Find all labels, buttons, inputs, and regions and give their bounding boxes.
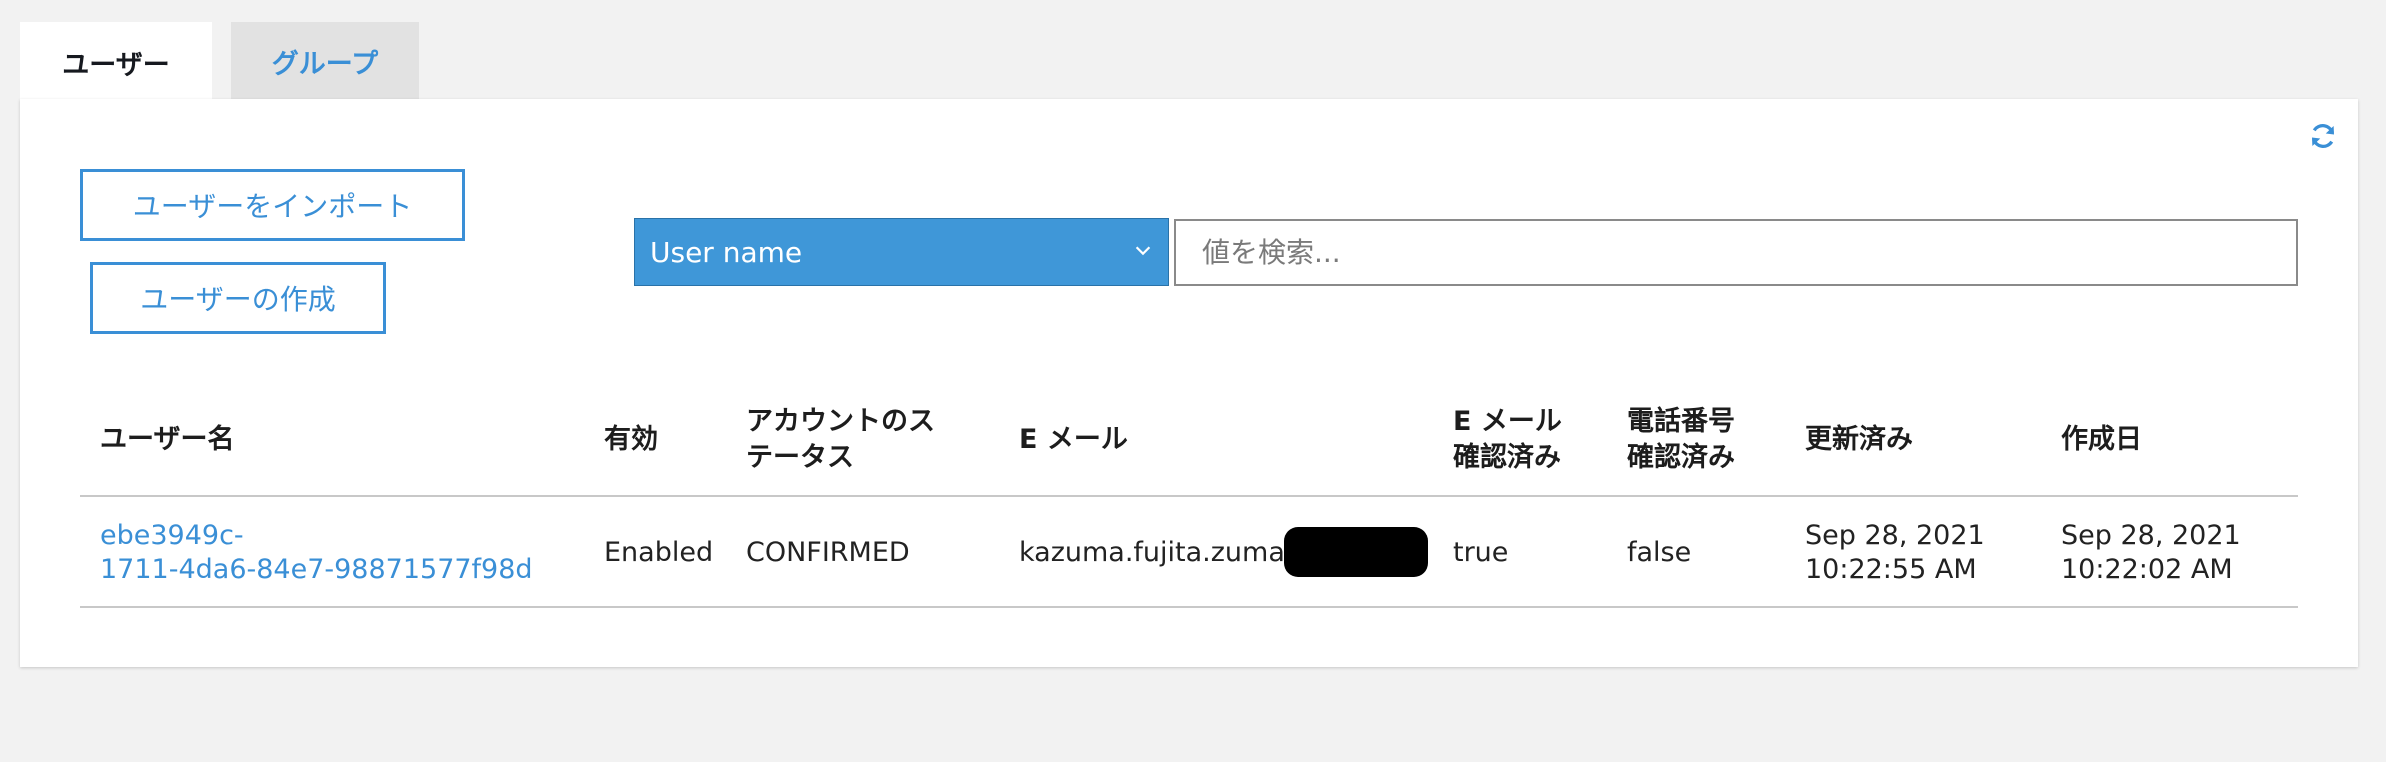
refresh-icon[interactable]: [2308, 121, 2338, 151]
redaction-mark: [1284, 527, 1428, 577]
header-phone-verified[interactable]: 電話番号 確認済み: [1627, 404, 1735, 476]
header-email-verified[interactable]: E メール 確認済み: [1453, 404, 1562, 476]
header-account-status-line1: アカウントのス: [746, 406, 935, 437]
header-account-status-line2: テータス: [746, 442, 854, 473]
search-attribute-value: User name: [650, 235, 803, 269]
created-date: Sep 28, 2021: [2061, 520, 2241, 551]
tab-users[interactable]: ユーザー: [20, 22, 212, 102]
tab-groups[interactable]: グループ: [231, 22, 419, 100]
created-cell: Sep 28, 2021 10:22:02 AM: [2061, 519, 2241, 587]
updated-time: 10:22:55 AM: [1805, 554, 1977, 585]
updated-cell: Sep 28, 2021 10:22:55 AM: [1805, 519, 1985, 587]
status-cell: CONFIRMED: [746, 537, 910, 568]
email-verified-cell: true: [1453, 537, 1509, 568]
header-created[interactable]: 作成日: [2061, 422, 2142, 458]
chevron-down-icon: [1135, 246, 1151, 256]
import-users-label: ユーザーをインポート: [132, 190, 413, 223]
search-input[interactable]: [1174, 219, 2298, 286]
tab-groups-label: グループ: [271, 48, 379, 80]
header-username[interactable]: ユーザー名: [100, 422, 234, 458]
username-link[interactable]: ebe3949c- 1711-4da6-84e7-98871577f98d: [100, 519, 533, 587]
table-header-divider: [80, 495, 2298, 497]
tab-users-label: ユーザー: [62, 49, 170, 81]
header-phone-verified-line1: 電話番号: [1627, 406, 1735, 437]
updated-date: Sep 28, 2021: [1805, 520, 1985, 551]
header-email-verified-line1: E メール: [1453, 406, 1562, 437]
header-phone-verified-line2: 確認済み: [1627, 442, 1735, 473]
username-line1: ebe3949c-: [100, 520, 244, 551]
email-cell: kazuma.fujita.zuma@: [1019, 537, 1312, 568]
created-time: 10:22:02 AM: [2061, 554, 2233, 585]
header-email-verified-line2: 確認済み: [1453, 442, 1561, 473]
header-updated[interactable]: 更新済み: [1805, 422, 1913, 458]
header-account-status[interactable]: アカウントのス テータス: [746, 404, 935, 476]
enabled-cell: Enabled: [604, 537, 714, 568]
header-email[interactable]: E メール: [1019, 422, 1128, 458]
import-users-button[interactable]: ユーザーをインポート: [80, 169, 465, 241]
table-row-divider: [80, 606, 2298, 608]
search-attribute-select[interactable]: User name: [634, 218, 1169, 286]
create-user-label: ユーザーの作成: [140, 283, 336, 316]
phone-verified-cell: false: [1627, 537, 1692, 568]
create-user-button[interactable]: ユーザーの作成: [90, 262, 386, 334]
username-line2: 1711-4da6-84e7-98871577f98d: [100, 554, 533, 585]
header-enabled[interactable]: 有効: [604, 422, 658, 458]
